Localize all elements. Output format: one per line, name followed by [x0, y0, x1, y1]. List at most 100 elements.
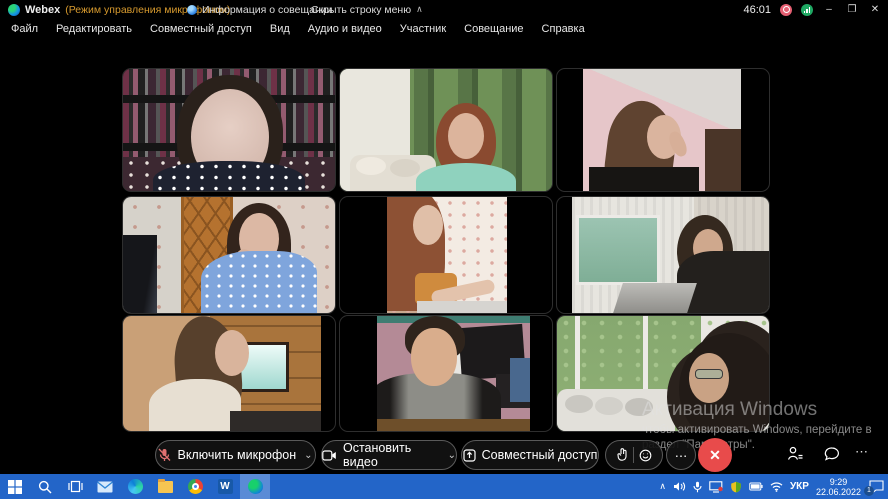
- more-options-button[interactable]: ⋯: [666, 440, 696, 470]
- share-screen-icon: [463, 449, 476, 462]
- menu-share[interactable]: Совместный доступ: [141, 23, 261, 35]
- participant-torso: [153, 161, 305, 191]
- participant-torso: [149, 379, 241, 431]
- meeting-info-icon: [187, 5, 197, 15]
- participant-face: [413, 205, 443, 245]
- participant-torso: [201, 251, 317, 313]
- video-feed-1: [123, 69, 335, 191]
- menu-meeting[interactable]: Совещание: [455, 23, 532, 35]
- participant-torso: [589, 167, 699, 191]
- window-view: [576, 215, 660, 285]
- microphone-tray-icon[interactable]: [693, 481, 702, 493]
- share-label: Совместный доступ: [482, 448, 598, 462]
- reactions-pill: [605, 440, 663, 470]
- video-tile-8[interactable]: [339, 315, 553, 432]
- display-cast-icon[interactable]: [709, 481, 723, 493]
- meeting-timer: 46:01: [743, 4, 771, 16]
- unmute-label: Включить микрофон: [177, 448, 296, 462]
- minimize-button[interactable]: –: [822, 4, 836, 15]
- video-tile-1[interactable]: [122, 68, 336, 192]
- more-icon: ⋯: [675, 448, 688, 463]
- menubar: Файл Редактировать Совместный доступ Вид…: [0, 19, 888, 39]
- volume-icon[interactable]: [673, 481, 686, 492]
- video-feed-6: [572, 197, 769, 313]
- blue-wall-accent: [510, 358, 530, 402]
- chrome-browser-icon[interactable]: [180, 474, 210, 499]
- participant-face: [411, 328, 457, 386]
- chat-panel-button[interactable]: [824, 447, 840, 461]
- titlebar: Webex (Режим управления микрофоном) Инфо…: [0, 0, 888, 19]
- hide-menubar-button[interactable]: Скрыть строку меню ∧: [311, 0, 423, 19]
- pillows: [565, 395, 593, 413]
- word-app-icon[interactable]: W: [210, 474, 240, 499]
- menu-file[interactable]: Файл: [2, 23, 47, 35]
- video-tile-5[interactable]: [339, 196, 553, 314]
- maximize-button[interactable]: ❐: [845, 4, 859, 15]
- video-tile-4[interactable]: [122, 196, 336, 314]
- participants-panel-button[interactable]: [787, 446, 804, 461]
- mail-app-icon[interactable]: [90, 474, 120, 499]
- tray-chevron-up-icon[interactable]: ∧: [659, 481, 666, 492]
- battery-icon[interactable]: [749, 482, 763, 491]
- menu-audio-video[interactable]: Аудио и видео: [299, 23, 391, 35]
- hide-menubar-label: Скрыть строку меню: [311, 4, 411, 16]
- chevron-down-icon[interactable]: ⌄: [448, 450, 456, 461]
- desk: [230, 411, 321, 431]
- clock-time: 9:29: [830, 477, 848, 487]
- notification-badge: 1: [864, 486, 874, 496]
- laptop-screen: [123, 235, 157, 313]
- chevron-up-icon: ∧: [416, 4, 423, 15]
- language-indicator[interactable]: УКР: [790, 481, 809, 492]
- menu-view[interactable]: Вид: [261, 23, 299, 35]
- windows-taskbar: W ∧: [0, 474, 888, 499]
- stop-video-button[interactable]: Остановить видео ⌄: [321, 440, 457, 470]
- video-tile-6[interactable]: [556, 196, 770, 314]
- webex-app-icon[interactable]: [240, 474, 270, 499]
- file-explorer-icon[interactable]: [150, 474, 180, 499]
- action-center-icon[interactable]: 1: [868, 480, 884, 494]
- signal-bars-icon: [804, 7, 811, 13]
- video-tile-9[interactable]: [556, 315, 770, 432]
- close-button[interactable]: ✕: [868, 4, 882, 15]
- laptop: [613, 283, 697, 313]
- task-view-button[interactable]: [60, 474, 90, 499]
- reactions-smiley-icon[interactable]: [639, 449, 652, 462]
- participant-face: [448, 113, 484, 159]
- leave-meeting-button[interactable]: ✕: [698, 438, 732, 472]
- share-content-button[interactable]: Совместный доступ: [461, 440, 599, 470]
- clock-date: 22.06.2022: [816, 487, 861, 497]
- titlebar-right-group: 46:01 – ❐ ✕: [743, 0, 882, 19]
- connection-quality-icon[interactable]: [801, 4, 813, 16]
- menu-edit[interactable]: Редактировать: [47, 23, 141, 35]
- menu-participant[interactable]: Участник: [391, 23, 455, 35]
- camera-icon: [322, 450, 337, 461]
- menu-help[interactable]: Справка: [533, 23, 594, 35]
- desk: [377, 419, 530, 431]
- search-button[interactable]: [30, 474, 60, 499]
- chevron-down-icon[interactable]: ⌄: [304, 450, 312, 461]
- video-feed-8: [377, 316, 530, 431]
- video-feed-5: [387, 197, 507, 313]
- video-tile-7[interactable]: [122, 315, 336, 432]
- stop-video-label: Остановить видео: [343, 441, 440, 469]
- video-tile-3[interactable]: [556, 68, 770, 192]
- video-feed-7: [123, 316, 321, 431]
- start-button[interactable]: [0, 474, 30, 499]
- more-panels-icon[interactable]: ⋯: [855, 444, 869, 460]
- recording-indicator-icon[interactable]: [780, 4, 792, 16]
- participant-torso: [416, 163, 516, 191]
- leave-icon: ✕: [709, 447, 721, 464]
- participant-glasses: [695, 369, 723, 379]
- participant-face: [215, 330, 249, 376]
- edge-browser-icon[interactable]: [120, 474, 150, 499]
- antivirus-shield-icon[interactable]: [730, 481, 742, 493]
- laptop: [417, 301, 507, 313]
- wifi-icon[interactable]: [770, 482, 783, 492]
- divider: [633, 447, 634, 463]
- pillows: [356, 157, 386, 175]
- raise-hand-icon[interactable]: [617, 448, 628, 462]
- video-feed-9: [557, 316, 769, 431]
- clock[interactable]: 9:29 22.06.2022: [816, 477, 861, 497]
- unmute-button[interactable]: Включить микрофон ⌄: [155, 440, 316, 470]
- video-tile-2[interactable]: [339, 68, 553, 192]
